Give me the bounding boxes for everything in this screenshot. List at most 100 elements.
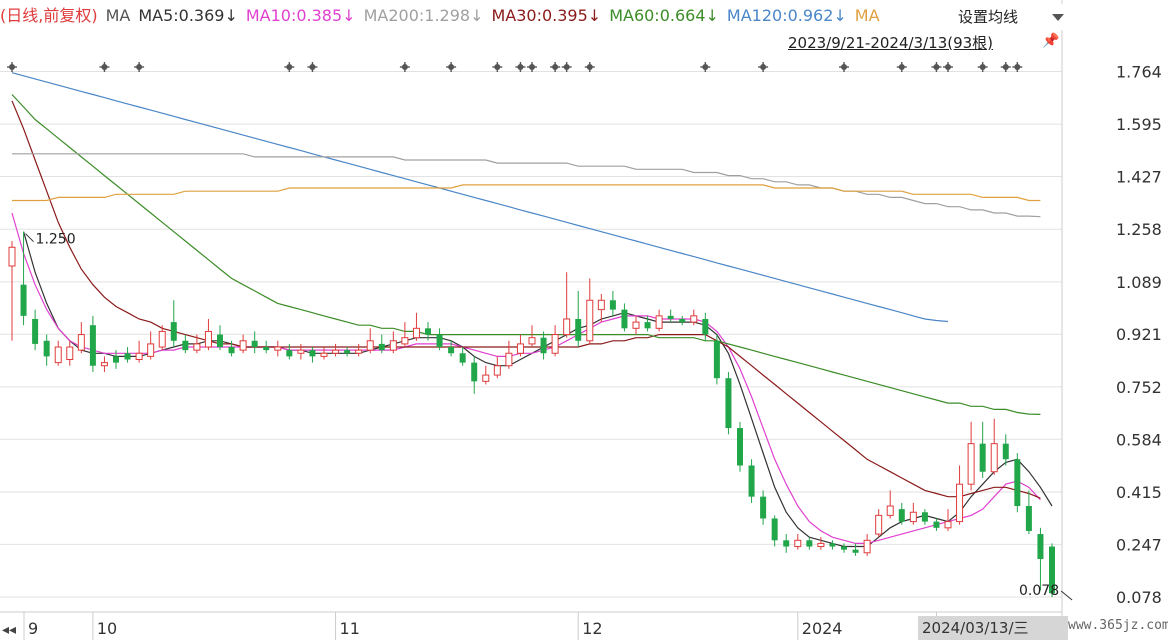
candle-body bbox=[401, 337, 409, 345]
date-range-label: 2023/9/21-2024/3/13(93根) bbox=[788, 34, 994, 52]
y-tick-label: 1.595 bbox=[1116, 115, 1162, 134]
candle-body bbox=[644, 322, 651, 329]
candle-body bbox=[43, 340, 50, 357]
candle-body bbox=[274, 346, 282, 351]
candle-body bbox=[551, 334, 559, 354]
candle-body bbox=[516, 343, 524, 354]
candle-body bbox=[760, 496, 767, 519]
candle-body bbox=[389, 340, 397, 351]
crosshair-date: 2024/03/13/三 bbox=[918, 616, 1068, 640]
candle-body bbox=[8, 246, 16, 267]
candle-body bbox=[841, 546, 847, 550]
candle-body bbox=[32, 318, 39, 344]
candle-body bbox=[540, 337, 547, 354]
candle-body bbox=[378, 343, 385, 351]
legend-ma[interactable]: MA bbox=[106, 6, 131, 25]
candle[interactable] bbox=[737, 421, 743, 472]
legend-mode[interactable]: (日线,前复权) bbox=[0, 6, 98, 25]
candle-body bbox=[979, 443, 986, 472]
candle[interactable] bbox=[1014, 453, 1021, 513]
candle[interactable] bbox=[725, 371, 732, 435]
candle-body bbox=[632, 321, 640, 329]
candle-body bbox=[725, 378, 732, 429]
y-tick-label: 1.258 bbox=[1116, 220, 1162, 239]
candle-body bbox=[829, 543, 836, 547]
candle-body bbox=[863, 539, 871, 554]
candle-body bbox=[944, 521, 952, 529]
legend-ma30: MA30:0.395↓ bbox=[491, 6, 602, 25]
ma-legend: (日线,前复权) MA MA5:0.369↓ MA10:0.385↓ MA200:1.2… bbox=[0, 4, 950, 28]
candle[interactable] bbox=[748, 459, 755, 503]
candle-body bbox=[66, 346, 74, 360]
y-tick-label: 1.089 bbox=[1116, 273, 1162, 292]
candle[interactable] bbox=[713, 334, 720, 385]
candle-body bbox=[239, 340, 247, 351]
candle-body bbox=[1025, 506, 1032, 531]
candle-body bbox=[909, 511, 917, 523]
candle-body bbox=[124, 353, 131, 360]
candle-body bbox=[748, 465, 755, 497]
candle-body bbox=[170, 322, 177, 341]
y-tick-label: 0.752 bbox=[1116, 378, 1162, 397]
candle-body bbox=[436, 334, 443, 348]
candle-body bbox=[493, 365, 501, 376]
candle-body bbox=[217, 334, 223, 348]
x-tick-label: 11 bbox=[340, 619, 360, 638]
candle-body bbox=[89, 325, 96, 366]
ma-settings-dropdown[interactable]: 设置均线 bbox=[950, 4, 1070, 30]
candle-body bbox=[228, 347, 235, 354]
candle-body bbox=[482, 374, 490, 382]
candle-body bbox=[771, 518, 778, 541]
candle-body bbox=[597, 299, 605, 311]
candle-body bbox=[332, 349, 340, 354]
candle-body bbox=[1002, 443, 1009, 460]
legend-ma10: MA10:0.385↓ bbox=[245, 6, 356, 25]
pin-icon[interactable]: 📌 bbox=[1042, 33, 1059, 49]
candle-body bbox=[193, 343, 201, 351]
y-tick-label: 0.921 bbox=[1116, 325, 1162, 344]
annotation-arrow bbox=[1060, 590, 1073, 601]
y-tick-label: 0.078 bbox=[1116, 588, 1162, 607]
candle-body bbox=[737, 428, 743, 466]
candle-body bbox=[448, 347, 455, 354]
candle-body bbox=[366, 340, 374, 351]
annotation-high: 1.250 bbox=[36, 232, 76, 248]
candle-body bbox=[251, 340, 258, 348]
y-axis: 1.764 1.595 1.427 1.258 1.089 0.921 0.752 0.584… bbox=[1061, 0, 1162, 640]
scroll-left-icon[interactable]: ◂◂ bbox=[2, 622, 16, 638]
candle-body bbox=[77, 334, 85, 351]
candle-body bbox=[309, 350, 316, 357]
x-tick-label: 2024 bbox=[802, 619, 843, 638]
candle-body bbox=[263, 347, 270, 351]
candle-body bbox=[794, 539, 802, 548]
candle-body bbox=[886, 505, 894, 516]
candle-body bbox=[505, 352, 513, 367]
x-tick-label: 12 bbox=[582, 619, 602, 638]
candle-body bbox=[297, 349, 305, 354]
legend-ma200: MA200:1.298↓ bbox=[363, 6, 484, 25]
candle-body bbox=[425, 328, 431, 335]
y-tick-label: 1.427 bbox=[1116, 168, 1162, 187]
candlestick-chart[interactable]: 1.764 1.595 1.427 1.258 1.089 0.921 0.752 0.584… bbox=[0, 0, 1168, 640]
candle-body bbox=[1037, 534, 1044, 560]
candle-body bbox=[933, 521, 940, 528]
candle-body bbox=[898, 509, 905, 522]
candle-body bbox=[690, 315, 698, 323]
candle-body bbox=[655, 315, 663, 329]
legend-ma-more: MA bbox=[854, 6, 880, 25]
candle-body bbox=[667, 315, 674, 319]
candle-body bbox=[713, 340, 720, 379]
candle-body bbox=[702, 318, 709, 335]
candle-body bbox=[852, 549, 859, 553]
candle-body bbox=[286, 350, 293, 357]
candle-body bbox=[875, 514, 883, 535]
candle-body bbox=[158, 330, 166, 348]
annotation-low: 0.078 bbox=[1019, 583, 1059, 599]
candle-body bbox=[182, 340, 189, 351]
candle-body bbox=[956, 483, 964, 523]
candle-body bbox=[783, 540, 790, 547]
candle-body bbox=[412, 327, 420, 339]
candle-body bbox=[575, 318, 582, 341]
candle-body bbox=[355, 349, 363, 354]
legend-ma60: MA60:0.664↓ bbox=[609, 6, 719, 25]
